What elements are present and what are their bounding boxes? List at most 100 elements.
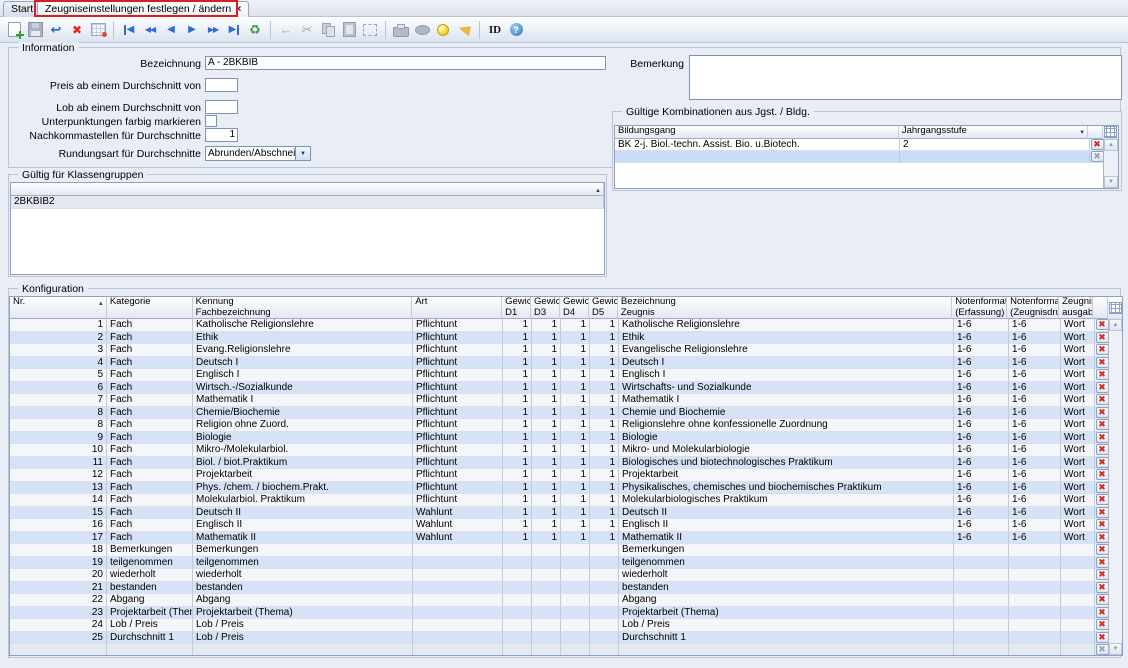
preis-input[interactable] bbox=[205, 78, 238, 92]
kombination-row-empty[interactable]: ✖ bbox=[615, 151, 1118, 163]
kombinationen-scrollbar[interactable]: ▲ ▼ bbox=[1103, 139, 1118, 188]
konfiguration-scrollbar[interactable]: ▲ ▼ bbox=[1108, 319, 1122, 655]
scroll-up-icon[interactable]: ▲ bbox=[1104, 139, 1118, 151]
delete-row-button[interactable]: ✖ bbox=[1095, 394, 1109, 406]
config-row[interactable]: 19 teilgenommen teilgenommen teilgenommen ✖ bbox=[10, 556, 1122, 569]
id-button[interactable]: ID bbox=[485, 20, 505, 40]
add-column-grid-button[interactable] bbox=[1104, 126, 1118, 138]
column-header[interactable]: Zeugnis- ausgabe bbox=[1059, 297, 1094, 319]
new-record-button[interactable] bbox=[4, 20, 24, 40]
nav-prev-fast-button[interactable]: ◀◀ bbox=[140, 20, 160, 40]
column-header[interactable]: Notenformat (Zeugnisdruck) bbox=[1007, 297, 1060, 319]
delete-row-button[interactable]: ✖ bbox=[1090, 139, 1104, 150]
config-row[interactable]: 20 wiederholt wiederholt wiederholt ✖ bbox=[10, 569, 1122, 582]
config-row[interactable]: 4 Fach Deutsch I Pflichtunt 1 1 1 1 Deutsch I 1-6… bbox=[10, 356, 1122, 369]
config-row[interactable]: 8 Fach Religion ohne Zuord. Pflichtunt 1 1 1 1 R… bbox=[10, 419, 1122, 432]
delete-row-button[interactable]: ✖ bbox=[1095, 481, 1109, 493]
hint-button[interactable] bbox=[433, 20, 453, 40]
config-row[interactable]: 17 Fach Mathematik II Wahlunt 1 1 1 1 Mathematik… bbox=[10, 531, 1122, 544]
delete-row-button[interactable]: ✖ bbox=[1095, 444, 1109, 456]
delete-row-button[interactable]: ✖ bbox=[1095, 344, 1109, 356]
column-header[interactable]: Notenformat (Erfassung) bbox=[952, 297, 1008, 319]
column-header[interactable] bbox=[1093, 297, 1109, 319]
config-row[interactable]: 21 bestanden bestanden bestanden ✖ bbox=[10, 581, 1122, 594]
rundungsart-select[interactable]: Abrunden/Abschneiden ▼ bbox=[205, 146, 311, 161]
config-row[interactable]: 16 Fach Englisch II Wahlunt 1 1 1 1 Englisch II 1… bbox=[10, 519, 1122, 532]
config-row[interactable]: 8 Fach Chemie/Biochemie Pflichtunt 1 1 1 1 Chemi… bbox=[10, 406, 1122, 419]
config-row[interactable]: 24 Lob / Preis Lob / Preis Lob / Preis ✖ bbox=[10, 619, 1122, 632]
config-row-empty[interactable]: ✖ bbox=[10, 644, 1122, 655]
nav-next-fast-button[interactable]: ▶▶ bbox=[203, 20, 223, 40]
help-button[interactable]: ? bbox=[506, 20, 526, 40]
lob-input[interactable] bbox=[205, 100, 238, 114]
column-header-klassengruppe[interactable]: Klassengruppe ▲ bbox=[11, 183, 604, 195]
column-header[interactable]: Gewicht D4 bbox=[560, 297, 589, 319]
undo-button[interactable]: ↩ bbox=[46, 20, 66, 40]
column-header[interactable]: Kategorie bbox=[107, 297, 193, 319]
config-row[interactable]: 23Projektarbeit (Thema)Projektarbeit (Th… bbox=[10, 606, 1122, 619]
delete-row-button[interactable]: ✖ bbox=[1095, 494, 1109, 506]
config-row[interactable]: 22 Abgang Abgang Abgang ✖ bbox=[10, 594, 1122, 607]
delete-row-button[interactable]: ✖ bbox=[1095, 531, 1109, 543]
nav-next-button[interactable]: ▶ bbox=[182, 20, 202, 40]
nav-last-button[interactable]: ▶ bbox=[224, 20, 244, 40]
delete-row-button[interactable]: ✖ bbox=[1095, 431, 1109, 443]
delete-row-button[interactable]: ✖ bbox=[1095, 381, 1109, 393]
delete-row-button[interactable]: ✖ bbox=[1095, 319, 1109, 331]
rundungsart-dropdown-icon[interactable]: ▼ bbox=[295, 147, 310, 160]
delete-row-button[interactable]: ✖ bbox=[1095, 469, 1109, 481]
column-header[interactable]: Gewicht D5 bbox=[589, 297, 618, 319]
config-row[interactable]: 1 Fach Katholische Religionslehre Pflichtun… bbox=[10, 319, 1122, 332]
scroll-down-icon[interactable]: ▼ bbox=[1109, 643, 1122, 655]
config-row[interactable]: 25 Durchschnitt 1 Lob / Preis Durchschnitt … bbox=[10, 631, 1122, 644]
delete-row-button[interactable]: ✖ bbox=[1095, 356, 1109, 368]
config-row[interactable]: 15 Fach Deutsch II Wahlunt 1 1 1 1 Deutsch II 1-6… bbox=[10, 506, 1122, 519]
delete-row-button[interactable]: ✖ bbox=[1095, 519, 1109, 531]
delete-row-button[interactable]: ✖ bbox=[1095, 606, 1109, 618]
column-header[interactable] bbox=[1088, 126, 1104, 139]
delete-row-button[interactable]: ✖ bbox=[1095, 369, 1109, 381]
config-row[interactable]: 18 Bemerkungen Bemerkungen Bemerkungen ✖ bbox=[10, 544, 1122, 557]
column-header[interactable]: Bildungsgang bbox=[615, 126, 899, 139]
config-row[interactable]: 3 Fach Evang.Religionslehre Pflichtunt 1 1 1 1 E… bbox=[10, 344, 1122, 357]
tab-zeugniseinstellungen[interactable]: Zeugniseinstellungen festlegen / ändern × bbox=[37, 1, 250, 17]
notification-button[interactable] bbox=[454, 20, 474, 40]
refresh-button[interactable]: ♻ bbox=[245, 20, 265, 40]
bemerkung-textarea[interactable] bbox=[689, 55, 1122, 100]
delete-row-button[interactable]: ✖ bbox=[1095, 544, 1109, 556]
kombination-row[interactable]: BK 2-j. Biol.-techn. Assist. Bio. u.Biot… bbox=[615, 139, 1118, 151]
delete-row-button[interactable]: ✖ bbox=[1095, 581, 1109, 593]
config-row[interactable]: 6 Fach Wirtsch.-/Sozialkunde Pflichtunt 1 1 1 1… bbox=[10, 381, 1122, 394]
config-row[interactable]: 2 Fach Ethik Pflichtunt 1 1 1 1 Ethik 1-6 1-6 Wort ✖ bbox=[10, 331, 1122, 344]
column-header[interactable]: Nr. ▲ bbox=[10, 297, 107, 319]
config-row[interactable]: 13 Fach Phys. /chem. / biochem.Prakt. Pflic… bbox=[10, 481, 1122, 494]
config-row[interactable]: 11 Fach Biol. / biot.Praktikum Pflichtunt 1 1… bbox=[10, 456, 1122, 469]
column-header[interactable]: Gewicht D1 bbox=[502, 297, 532, 319]
column-header[interactable]: Bezeichnung Zeugnis bbox=[618, 297, 953, 319]
delete-row-button[interactable]: ✖ bbox=[1095, 594, 1109, 606]
config-row[interactable]: 14 Fach Molekularbiol. Praktikum Pflichtunt… bbox=[10, 494, 1122, 507]
nav-first-button[interactable]: ◀ bbox=[119, 20, 139, 40]
unterpunktungen-checkbox[interactable] bbox=[205, 115, 217, 127]
delete-row-button[interactable]: ✖ bbox=[1095, 619, 1109, 631]
delete-row-button[interactable]: ✖ bbox=[1095, 506, 1109, 518]
tab-zeugnis-close-icon[interactable]: × bbox=[235, 3, 241, 15]
delete-row-button[interactable]: ✖ bbox=[1095, 456, 1109, 468]
nav-prev-button[interactable]: ◀ bbox=[161, 20, 181, 40]
delete-row-button[interactable]: ✖ bbox=[1095, 419, 1109, 431]
add-column-grid-button[interactable] bbox=[1108, 301, 1122, 314]
klassengruppe-row[interactable]: 2BKBIB2 bbox=[11, 196, 604, 209]
bezeichnung-input[interactable]: A - 2BKBIB bbox=[205, 56, 606, 70]
scroll-up-icon[interactable]: ▲ bbox=[1109, 319, 1122, 331]
scroll-down-icon[interactable]: ▼ bbox=[1104, 176, 1118, 188]
config-row[interactable]: 5 Fach Englisch I Pflichtunt 1 1 1 1 Englisch I1… bbox=[10, 369, 1122, 382]
nachkommastellen-input[interactable]: 1 bbox=[205, 128, 238, 142]
column-header[interactable]: Gewicht D3 bbox=[531, 297, 560, 319]
edit-grid-button[interactable] bbox=[88, 20, 108, 40]
config-row[interactable]: 10 Fach Mikro-/Molekularbiol. Pflichtunt 1 1 1… bbox=[10, 444, 1122, 457]
delete-row-button[interactable]: ✖ bbox=[1095, 406, 1109, 418]
delete-row-button[interactable]: ✖ bbox=[1095, 631, 1109, 643]
column-header[interactable]: Jahrgangsstufe ▼ bbox=[899, 126, 1089, 139]
delete-row-button[interactable]: ✖ bbox=[1095, 569, 1109, 581]
column-header[interactable]: Art bbox=[412, 297, 503, 319]
